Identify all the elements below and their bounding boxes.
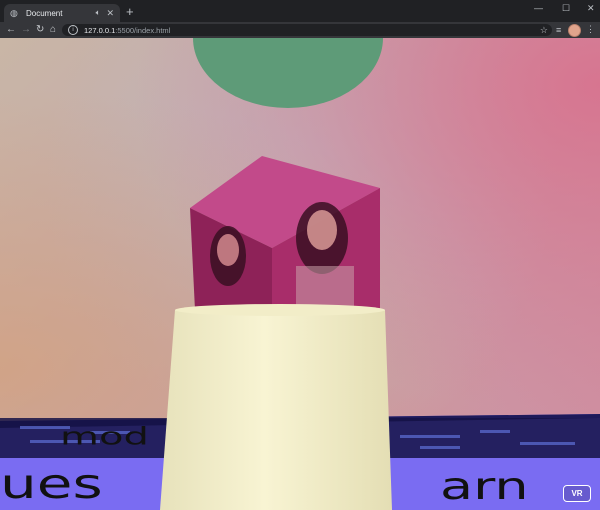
window-close-icon[interactable]: ✕	[587, 3, 595, 14]
cream-cylinder	[160, 304, 392, 510]
media-control-icon[interactable]: ≡	[556, 25, 561, 35]
tab-bar: ◍ Document 🔈︎ ✕ + — ☐ ✕	[0, 0, 600, 22]
minimize-icon[interactable]: —	[534, 3, 543, 13]
url-text[interactable]: 127.0.0.1:5500/index.html	[84, 26, 170, 35]
new-tab-button[interactable]: +	[126, 5, 134, 18]
forward-arrow-icon[interactable]: →	[21, 24, 31, 36]
back-arrow-icon[interactable]: ←	[6, 24, 16, 36]
vr-button[interactable]: VR	[563, 485, 591, 502]
browser-tab[interactable]: ◍ Document 🔈︎ ✕	[4, 4, 120, 22]
reload-icon[interactable]: ↻	[36, 24, 44, 36]
speaker-icon[interactable]: 🔈︎	[96, 8, 101, 18]
home-icon[interactable]: ⌂	[50, 24, 56, 36]
kebab-menu-icon[interactable]: ⋮	[586, 24, 595, 35]
browser-toolbar: ← → ↻ ⌂ i 127.0.0.1:5500/index.html ☆	[0, 22, 600, 38]
globe-icon: ◍	[10, 8, 18, 18]
tab-title: Document	[26, 8, 63, 18]
star-icon[interactable]: ☆	[540, 24, 548, 36]
close-icon[interactable]: ✕	[106, 8, 114, 19]
webgl-scene-canvas[interactable]: mod ues arn VR	[0, 38, 600, 510]
address-bar[interactable]: i 127.0.0.1:5500/index.html ☆	[62, 24, 552, 36]
avatar[interactable]	[568, 24, 581, 37]
maximize-icon[interactable]: ☐	[562, 3, 570, 14]
info-icon[interactable]: i	[68, 25, 78, 35]
